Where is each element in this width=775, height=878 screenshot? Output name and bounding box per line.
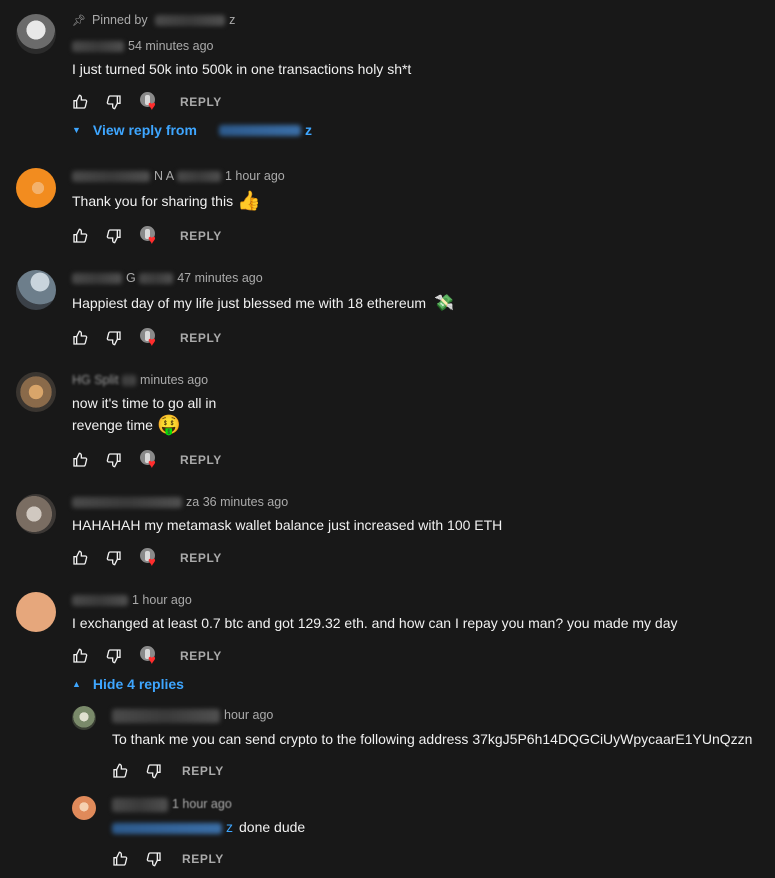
comment-actions: ♥ REPLY bbox=[72, 226, 222, 246]
comment-header: HG Split minutes ago bbox=[72, 373, 209, 387]
comment-text: I just turned 50k into 500k in one trans… bbox=[72, 61, 412, 77]
comment-actions: ♥ REPLY bbox=[72, 548, 222, 568]
chevron-down-icon: ▼ bbox=[72, 125, 81, 135]
dislike-icon[interactable] bbox=[106, 452, 122, 468]
like-icon[interactable] bbox=[72, 94, 88, 110]
comment-time[interactable]: 36 minutes ago bbox=[203, 495, 288, 509]
reply-button[interactable]: REPLY bbox=[180, 229, 222, 243]
hide-replies-button[interactable]: ▲ Hide 4 replies bbox=[72, 676, 184, 692]
comment-text: Happiest day of my life just blessed me … bbox=[72, 292, 454, 315]
like-icon[interactable] bbox=[72, 550, 88, 566]
comment-text: now it's time to go all in bbox=[72, 395, 217, 411]
like-icon[interactable] bbox=[72, 228, 88, 244]
comment-actions: REPLY bbox=[112, 762, 224, 780]
reply-button[interactable]: REPLY bbox=[182, 764, 224, 778]
dislike-icon[interactable] bbox=[106, 94, 122, 110]
comment-time[interactable]: 1 hour ago bbox=[225, 169, 285, 183]
redacted-author[interactable] bbox=[72, 273, 122, 285]
creator-heart-icon: ♥ bbox=[140, 548, 160, 568]
comment-header: 1 hour ago bbox=[72, 593, 192, 607]
comment-header: 54 minutes ago bbox=[72, 39, 213, 53]
avatar[interactable] bbox=[16, 270, 56, 310]
comment-text: I exchanged at least 0.7 btc and got 129… bbox=[72, 615, 678, 631]
money-mouth-face-icon: 🤑 bbox=[156, 415, 181, 437]
redacted-author bbox=[176, 171, 221, 183]
creator-heart-icon: ♥ bbox=[140, 226, 160, 246]
reply-button[interactable]: REPLY bbox=[180, 551, 222, 565]
pinned-indicator: 📌︎ Pinned by z bbox=[72, 13, 236, 27]
redacted-name bbox=[218, 124, 301, 136]
avatar[interactable] bbox=[16, 14, 56, 54]
redacted-author bbox=[122, 375, 137, 387]
dislike-icon[interactable] bbox=[146, 851, 162, 867]
comment-header: N A 1 hour ago bbox=[72, 169, 285, 183]
dislike-icon[interactable] bbox=[106, 648, 122, 664]
creator-heart-icon: ♥ bbox=[140, 328, 160, 348]
avatar[interactable] bbox=[16, 494, 56, 534]
comment-header: 1 hour ago bbox=[112, 797, 232, 812]
comment-text: Thank you for sharing this 👍 bbox=[72, 191, 261, 213]
creator-heart-icon: ♥ bbox=[140, 646, 160, 666]
redacted-author[interactable] bbox=[72, 497, 182, 509]
comment-header: hour ago bbox=[112, 708, 273, 723]
dislike-icon[interactable] bbox=[146, 763, 162, 779]
comment-actions: ♥ REPLY bbox=[72, 646, 222, 666]
comment-header: za 36 minutes ago bbox=[72, 495, 288, 509]
mention-link[interactable] bbox=[112, 822, 222, 834]
comment-time[interactable]: 47 minutes ago bbox=[177, 271, 262, 285]
redacted-author[interactable] bbox=[72, 171, 150, 183]
comment-actions: ♥ REPLY bbox=[72, 92, 222, 112]
comment-text: To thank me you can send crypto to the f… bbox=[112, 731, 753, 747]
chevron-up-icon: ▲ bbox=[72, 679, 81, 689]
like-icon[interactable] bbox=[72, 648, 88, 664]
creator-heart-icon: ♥ bbox=[140, 450, 160, 470]
avatar[interactable] bbox=[16, 592, 56, 632]
comment-time[interactable]: 1 hour ago bbox=[172, 797, 232, 811]
comment-time[interactable]: 54 minutes ago bbox=[128, 39, 213, 53]
redacted-author bbox=[139, 273, 174, 285]
comment-actions: ♥ REPLY bbox=[72, 450, 222, 470]
redacted-author[interactable] bbox=[112, 797, 168, 812]
comment-text: HAHAHAH my metamask wallet balance just … bbox=[72, 517, 503, 533]
pin-icon: 📌︎ bbox=[72, 15, 86, 27]
comment-actions: REPLY bbox=[112, 850, 224, 868]
like-icon[interactable] bbox=[112, 851, 128, 867]
reply-button[interactable]: REPLY bbox=[180, 649, 222, 663]
avatar[interactable] bbox=[72, 706, 96, 730]
redacted-author[interactable] bbox=[72, 595, 128, 607]
comment-text: revenge time 🤑 bbox=[72, 415, 181, 437]
like-icon[interactable] bbox=[112, 763, 128, 779]
comment-actions: ♥ REPLY bbox=[72, 328, 222, 348]
redacted-author[interactable] bbox=[72, 41, 124, 53]
like-icon[interactable] bbox=[72, 330, 88, 346]
dislike-icon[interactable] bbox=[106, 228, 122, 244]
redacted-name bbox=[155, 15, 226, 27]
avatar[interactable] bbox=[72, 796, 96, 820]
avatar[interactable] bbox=[16, 372, 56, 412]
reply-button[interactable]: REPLY bbox=[180, 453, 222, 467]
like-icon[interactable] bbox=[72, 452, 88, 468]
reply-button[interactable]: REPLY bbox=[180, 95, 222, 109]
thumbs-up-icon: 👍 bbox=[237, 191, 261, 213]
dislike-icon[interactable] bbox=[106, 550, 122, 566]
creator-heart-icon: ♥ bbox=[140, 92, 160, 112]
comment-header: G 47 minutes ago bbox=[72, 271, 263, 285]
redacted-author[interactable] bbox=[112, 708, 220, 723]
reply-button[interactable]: REPLY bbox=[180, 331, 222, 345]
comment-time[interactable]: minutes ago bbox=[140, 373, 208, 387]
money-with-wings-icon: 💸 bbox=[434, 295, 454, 313]
comment-time[interactable]: hour ago bbox=[224, 708, 273, 722]
view-replies-button[interactable]: ▼ View reply from z bbox=[72, 122, 312, 138]
dislike-icon[interactable] bbox=[106, 330, 122, 346]
comment-time[interactable]: 1 hour ago bbox=[132, 593, 192, 607]
reply-button[interactable]: REPLY bbox=[182, 852, 224, 866]
avatar[interactable] bbox=[16, 168, 56, 208]
comment-text: z done dude bbox=[112, 816, 305, 838]
